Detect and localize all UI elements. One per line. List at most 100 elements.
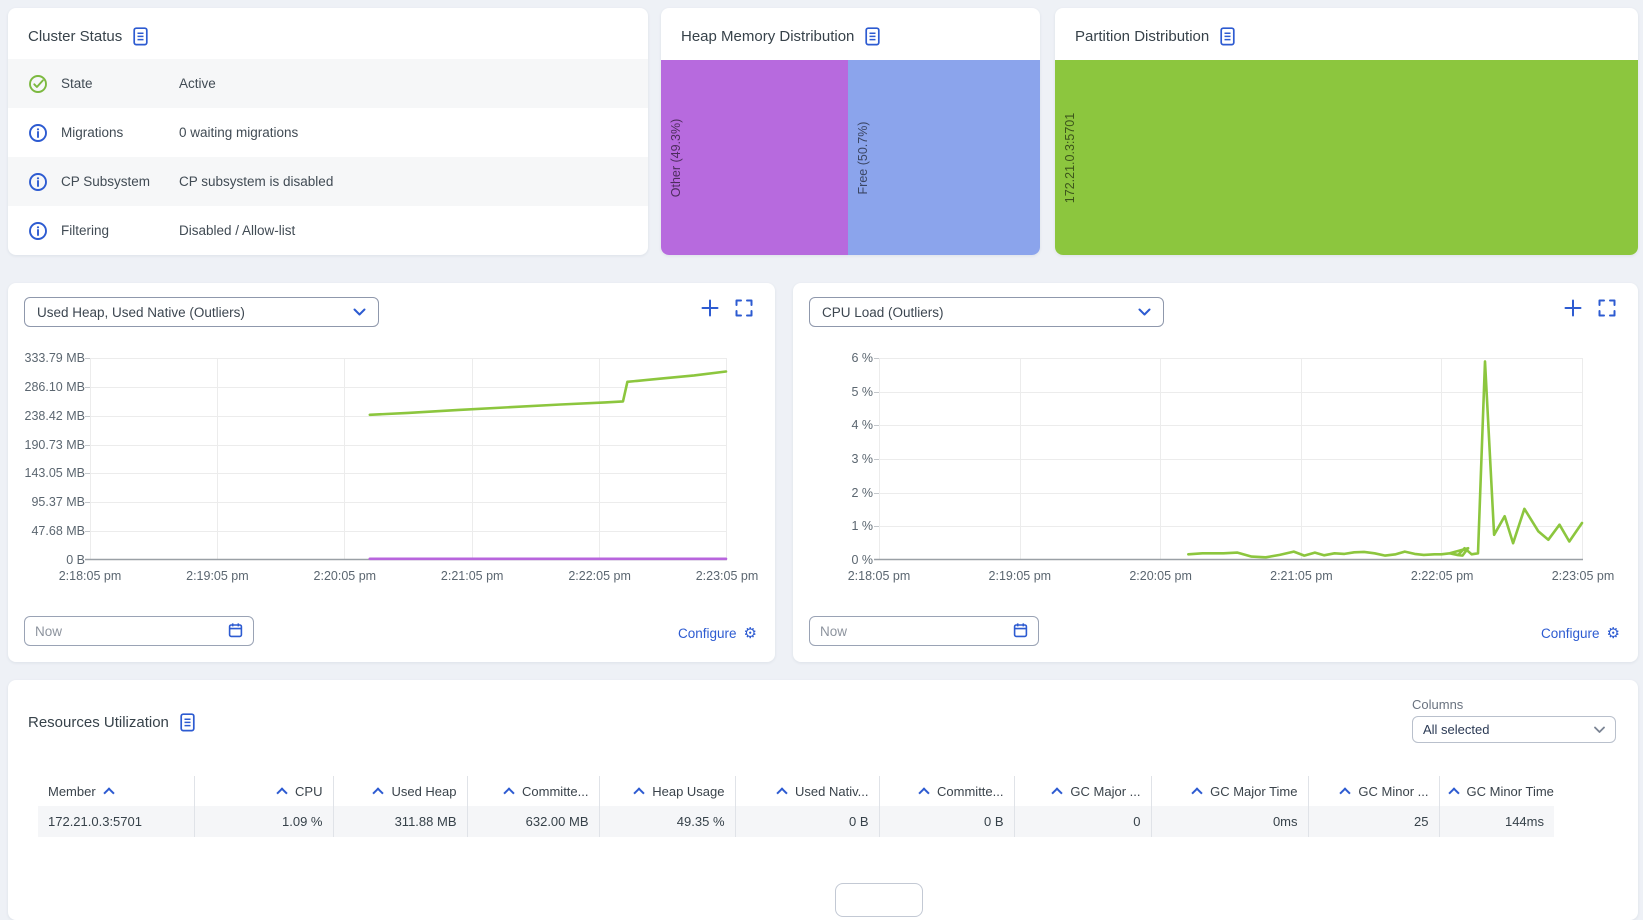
column-header-gc-major[interactable]: GC Major ... [1013,776,1151,806]
info-circle-icon [28,172,48,192]
column-header-committe[interactable]: Committe... [878,776,1014,806]
configure-link[interactable]: Configure ⚙ [678,626,757,641]
columns-select-value: All selected [1423,722,1490,737]
y-axis-tick: 333.79 MB [24,351,85,365]
y-axis-tick: 47.68 MB [31,524,85,539]
metric-selector-value: Used Heap, Used Native (Outliers) [37,304,245,320]
x-axis-tick: 2:22:05 pm [568,569,631,583]
table-cell: 172.21.0.3:5701 [38,806,194,837]
column-header-label: Committe... [937,783,1004,799]
sort-asc-icon[interactable] [503,787,515,799]
calendar-icon [1013,622,1028,641]
segment-label: Other (49.3%) [669,118,683,197]
partition-distribution-card: Partition Distribution 172.21.0.3:5701 [1055,8,1638,255]
resources-utilization-header: Resources Utilization [28,713,196,732]
sort-asc-icon[interactable] [1339,787,1352,799]
sort-asc-icon[interactable] [276,787,288,799]
column-header-committe[interactable]: Committe... [466,776,599,806]
add-chart-icon[interactable] [1564,299,1582,317]
time-filter-input[interactable]: Now [24,616,254,646]
check-circle-icon [28,74,48,94]
metric-selector[interactable]: Used Heap, Used Native (Outliers) [24,297,379,327]
cpu-load-chart-card: CPU Load (Outliers) 6 % 5 % 4 % 3 % 2 % 1 % 0 … [793,283,1638,662]
table-cell: 25 [1307,806,1439,837]
table-row[interactable]: 172.21.0.3:5701 1.09 % 311.88 MB 632.00 MB 4… [38,806,1554,837]
column-header-gc-minor[interactable]: GC Minor ... [1307,776,1439,806]
distribution-segment[interactable]: Other (49.3%) [661,60,848,255]
document-icon[interactable] [179,713,196,732]
segment-label: Free (50.7%) [855,121,870,194]
sort-asc-icon[interactable] [103,787,115,799]
document-icon[interactable] [864,27,881,46]
column-header-member[interactable]: Member [38,776,194,806]
document-icon[interactable] [132,27,149,46]
column-header-label: GC Major Time [1210,783,1298,799]
heap-memory-distribution-card: Heap Memory Distribution Other (49.3%) Fr… [661,8,1040,255]
status-row-label: State [61,76,93,91]
sort-asc-icon[interactable] [1191,787,1203,799]
fullscreen-icon[interactable] [735,299,753,317]
status-row: CP Subsystem CP subsystem is disabled [8,157,648,206]
sort-asc-icon[interactable] [1051,787,1064,799]
table-cell: 144ms [1438,806,1554,837]
rows-per-page-select[interactable] [835,883,923,917]
sort-asc-icon[interactable] [1447,787,1460,799]
sort-asc-icon[interactable] [776,787,788,799]
table-cell: 0 [1013,806,1151,837]
column-header-label: Committe... [522,783,589,799]
column-header-used-nativ[interactable]: Used Nativ... [734,776,879,806]
cluster-status-rows: State Active Migrations 0 waiting migration… [8,59,648,255]
x-axis-tick: 2:19:05 pm [988,569,1052,583]
distribution-segment[interactable]: Free (50.7%) [847,60,1040,255]
status-row-label: CP Subsystem [61,174,151,189]
heap-distribution-bar: Other (49.3%) Free (50.7%) [661,60,1040,255]
time-filter-value: Now [35,623,63,639]
y-axis-tick: 95.37 MB [31,495,85,510]
sort-asc-icon[interactable] [372,787,385,799]
x-axis-tick: 2:23:05 pm [1551,569,1615,583]
status-row: Filtering Disabled / Allow-list [8,206,648,255]
columns-select[interactable]: All selected [1412,716,1616,743]
used-heap-chart-card: Used Heap, Used Native (Outliers) 333.79… [8,283,775,662]
add-chart-icon[interactable] [701,299,719,317]
time-filter-input[interactable]: Now [809,616,1039,646]
distribution-segment[interactable]: 172.21.0.3:5701 [1055,60,1638,255]
heap-distribution-title: Heap Memory Distribution [681,28,855,45]
table-cell: 311.88 MB [332,806,467,837]
x-axis-tick: 2:20:05 pm [313,569,377,583]
configure-link[interactable]: Configure ⚙ [1541,626,1620,641]
calendar-icon [228,622,243,641]
sort-asc-icon[interactable] [633,787,645,799]
metric-selector-value: CPU Load (Outliers) [822,304,944,320]
heap-distribution-header: Heap Memory Distribution [661,8,1040,59]
chevron-down-icon [353,305,366,320]
cluster-status-card: Cluster Status State Active Migrations 0 wa… [8,8,648,255]
gear-icon: ⚙ [743,625,757,642]
partition-distribution-header: Partition Distribution [1055,8,1638,59]
table-cell: 1.09 % [193,806,333,837]
column-header-label: GC Minor Time [1466,783,1554,799]
metric-selector[interactable]: CPU Load (Outliers) [809,297,1164,327]
status-row-value: CP subsystem is disabled [179,174,334,189]
column-header-used-heap[interactable]: Used Heap [332,776,467,806]
column-header-gc-minor-time[interactable]: GC Minor Time [1438,776,1554,806]
info-circle-icon [28,221,48,241]
x-axis-tick: 2:20:05 pm [1129,569,1192,583]
column-header-label: Member [48,783,96,799]
y-axis-tick: 286.10 MB [24,379,85,394]
column-header-cpu[interactable]: CPU [193,776,333,806]
x-axis-tick: 2:18:05 pm [58,569,122,583]
table-cell: 0 B [878,806,1014,837]
document-icon[interactable] [1219,27,1236,46]
y-axis-tick: 6 % [851,351,873,365]
column-header-heap-usage[interactable]: Heap Usage [598,776,735,806]
table-cell: 49.35 % [598,806,735,837]
partition-distribution-bar: 172.21.0.3:5701 [1055,60,1638,255]
column-header-label: GC Minor ... [1358,783,1429,799]
column-header-gc-major-time[interactable]: GC Major Time [1150,776,1308,806]
resources-utilization-title: Resources Utilization [28,714,169,731]
fullscreen-icon[interactable] [1598,299,1616,317]
time-filter-value: Now [820,623,848,639]
sort-asc-icon[interactable] [918,787,930,799]
x-axis-tick: 2:23:05 pm [695,569,759,583]
